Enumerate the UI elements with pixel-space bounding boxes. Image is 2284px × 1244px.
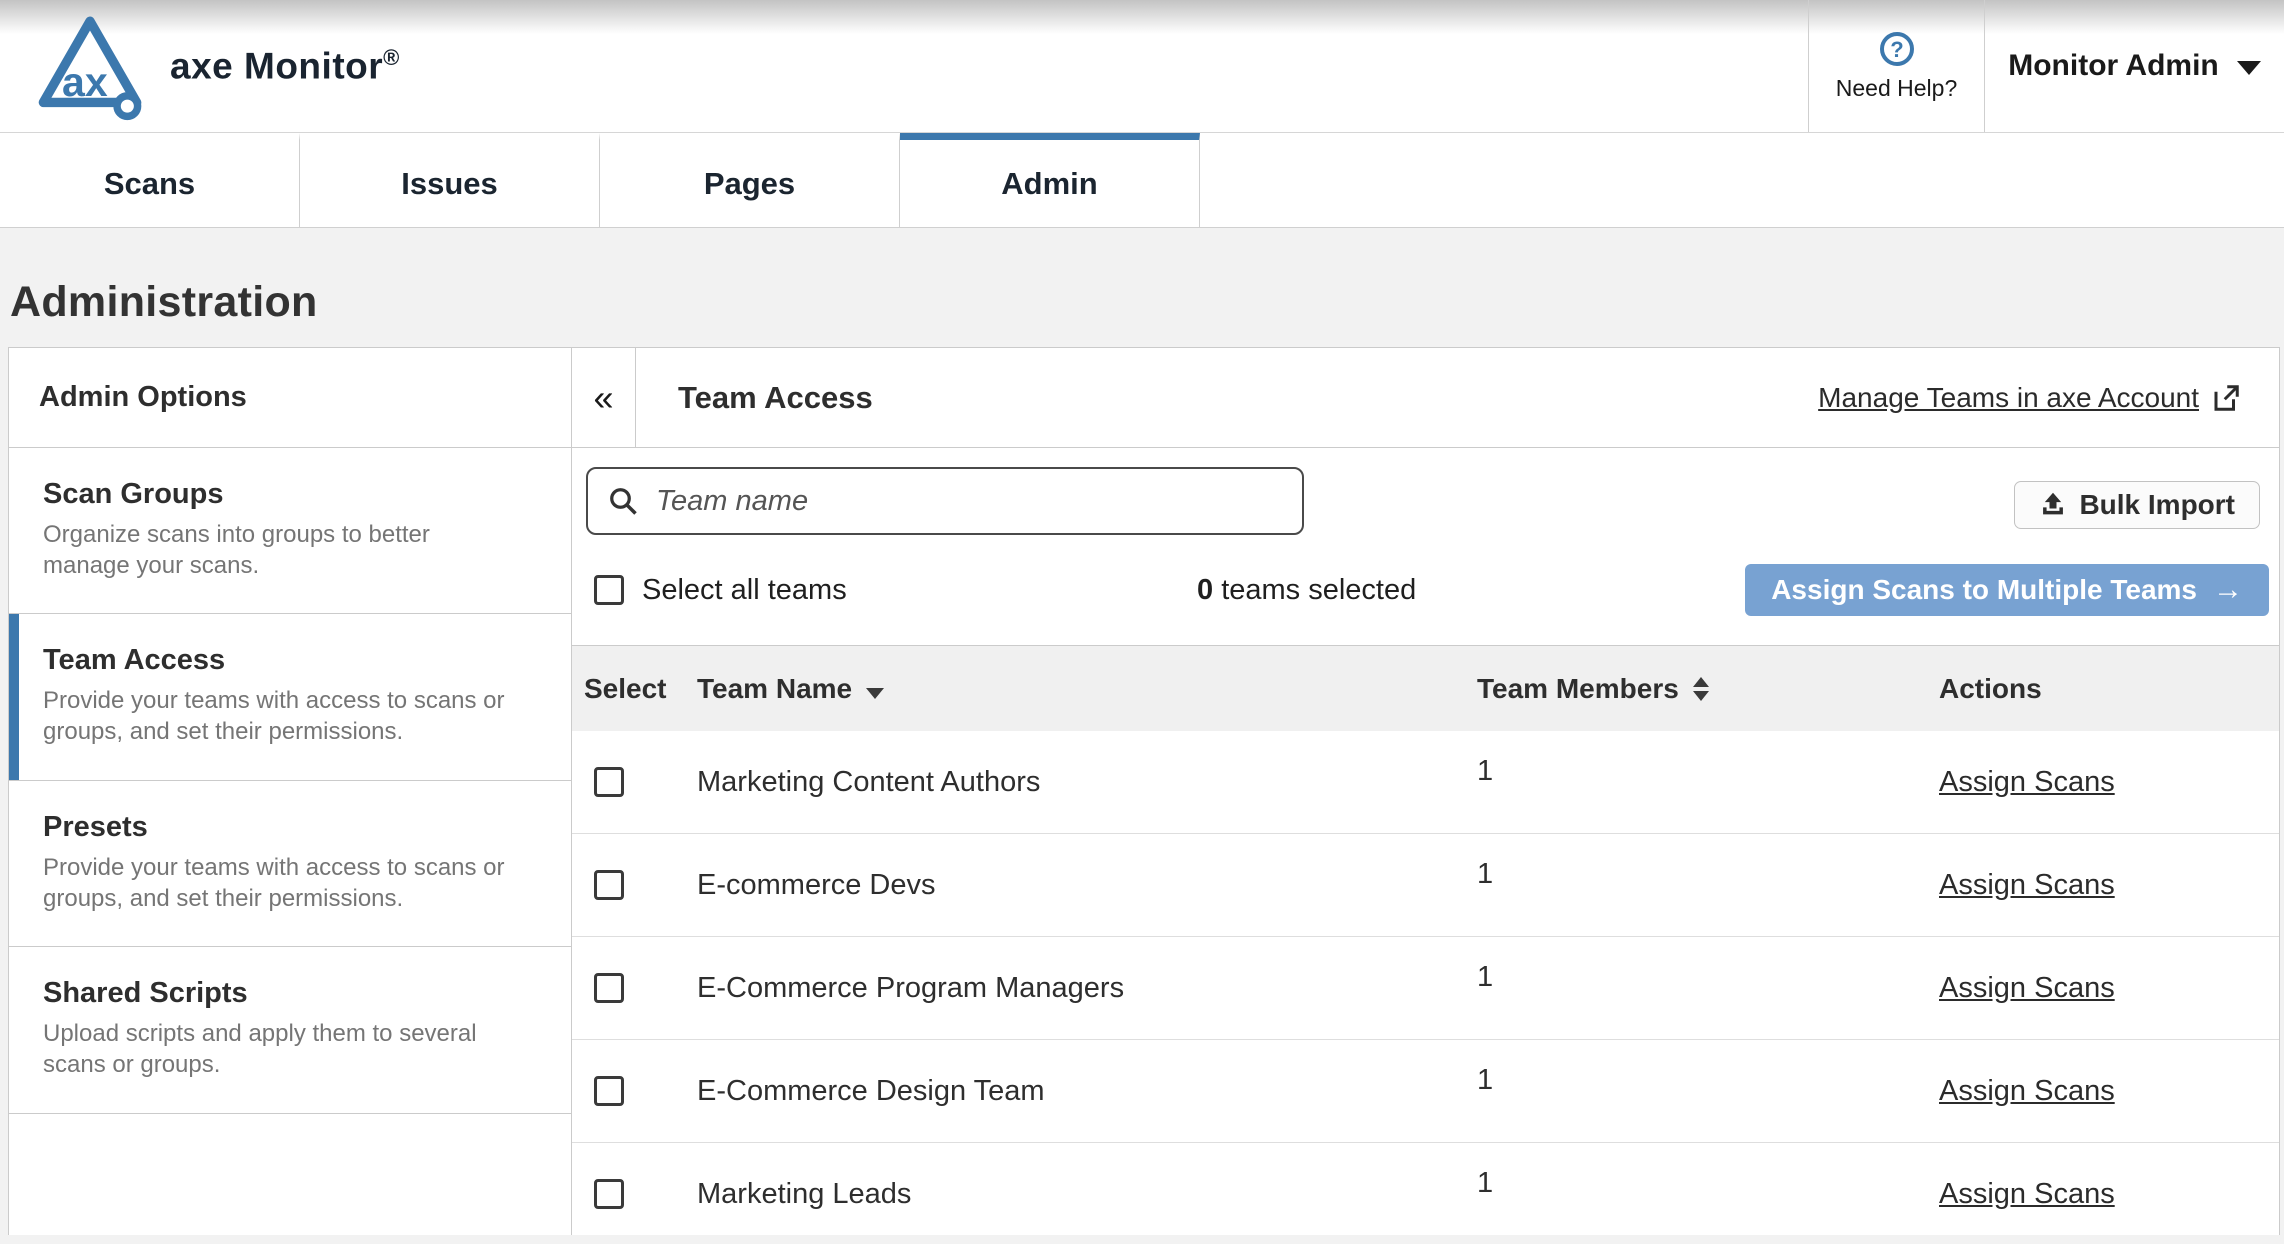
- select-all-label: Select all teams: [642, 574, 847, 607]
- team-members-count: 1: [1462, 937, 1924, 994]
- team-search-input[interactable]: [656, 485, 1286, 518]
- assign-button-label: Assign Scans to Multiple Teams: [1771, 574, 2197, 606]
- sidebar-item-description: Provide your teams with access to scans …: [43, 853, 513, 914]
- sidebar-item-team-access[interactable]: Team Access Provide your teams with acce…: [9, 614, 571, 780]
- team-name: Marketing Content Authors: [682, 766, 1462, 799]
- sidebar-item-presets[interactable]: Presets Provide your teams with access t…: [9, 781, 571, 947]
- row-checkbox[interactable]: [594, 870, 624, 900]
- table-header-row: Select Team Name Team Members Actions: [572, 646, 2279, 731]
- tab-admin[interactable]: Admin: [900, 133, 1200, 227]
- svg-text:ax: ax: [62, 59, 108, 105]
- main-area: Administration Admin Options Scan Groups…: [0, 228, 2284, 1235]
- sidebar-title: Admin Options: [9, 348, 571, 448]
- need-help-button[interactable]: ? Need Help?: [1808, 0, 1985, 132]
- sidebar-item-description: Organize scans into groups to better man…: [43, 520, 513, 581]
- sort-descending-icon: [866, 688, 884, 699]
- team-members-count: 1: [1462, 1143, 1924, 1200]
- need-help-label: Need Help?: [1836, 75, 1957, 102]
- table-row: E-commerce Devs 1 Assign Scans: [572, 834, 2279, 937]
- select-all-row: Select all teams 0 teams selected Assign…: [572, 535, 2279, 646]
- collapse-sidebar-button[interactable]: «: [572, 348, 636, 447]
- row-checkbox[interactable]: [594, 767, 624, 797]
- team-members-count: 1: [1462, 834, 1924, 891]
- external-link-icon: [2211, 383, 2241, 413]
- assign-scans-link[interactable]: Assign Scans: [1939, 766, 2115, 798]
- toolbar: Bulk Import: [572, 448, 2279, 535]
- table-row: Marketing Content Authors 1 Assign Scans: [572, 731, 2279, 834]
- sidebar-item-title: Shared Scripts: [43, 977, 537, 1010]
- upload-icon: [2039, 491, 2067, 519]
- axe-logo-icon: ax: [34, 10, 146, 122]
- bulk-import-button[interactable]: Bulk Import: [2014, 481, 2260, 529]
- chevron-down-icon: [2237, 61, 2261, 75]
- assign-scans-link[interactable]: Assign Scans: [1939, 972, 2115, 1004]
- arrow-right-icon: →: [2213, 573, 2243, 607]
- header-right: ? Need Help? Monitor Admin: [1808, 0, 2284, 132]
- team-access-content: « Team Access Manage Teams in axe Accoun…: [572, 348, 2279, 1235]
- column-header-select: Select: [572, 673, 682, 705]
- brand: ax axe Monitor®: [34, 10, 400, 122]
- column-header-team-members-label: Team Members: [1477, 673, 1679, 705]
- app-header: ax axe Monitor® ? Need Help? Monitor Adm…: [0, 0, 2284, 133]
- manage-teams-link-label: Manage Teams in axe Account: [1818, 382, 2199, 414]
- assign-scans-link[interactable]: Assign Scans: [1939, 1178, 2115, 1210]
- select-all-checkbox[interactable]: [594, 575, 624, 605]
- sidebar-item-shared-scripts[interactable]: Shared Scripts Upload scripts and apply …: [9, 947, 571, 1113]
- bulk-import-label: Bulk Import: [2079, 489, 2235, 521]
- team-name: E-Commerce Design Team: [682, 1075, 1462, 1108]
- row-checkbox[interactable]: [594, 1076, 624, 1106]
- table-row: Marketing Leads 1 Assign Scans: [572, 1143, 2279, 1235]
- column-header-actions: Actions: [1924, 673, 2279, 705]
- team-name: E-Commerce Program Managers: [682, 972, 1462, 1005]
- table-row: E-Commerce Program Managers 1 Assign Sca…: [572, 937, 2279, 1040]
- table-row: E-Commerce Design Team 1 Assign Scans: [572, 1040, 2279, 1143]
- admin-panel: Admin Options Scan Groups Organize scans…: [8, 347, 2280, 1235]
- selected-count-number: 0: [1197, 574, 1213, 606]
- user-menu-label: Monitor Admin: [2008, 49, 2219, 83]
- team-search-box: [586, 467, 1304, 535]
- sort-both-icon: [1693, 677, 1709, 701]
- tab-issues[interactable]: Issues: [300, 133, 600, 227]
- sidebar-item-title: Scan Groups: [43, 478, 537, 511]
- teams-table: Select Team Name Team Members Actions Ma…: [572, 646, 2279, 1235]
- user-menu-button[interactable]: Monitor Admin: [1985, 0, 2284, 132]
- column-header-team-name-label: Team Name: [697, 673, 852, 705]
- content-title: Team Access: [678, 380, 873, 416]
- column-header-team-members[interactable]: Team Members: [1462, 673, 1924, 705]
- content-header: « Team Access Manage Teams in axe Accoun…: [572, 348, 2279, 448]
- sidebar-item-title: Presets: [43, 811, 537, 844]
- team-members-count: 1: [1462, 731, 1924, 788]
- question-circle-icon: ?: [1879, 31, 1915, 67]
- team-name: Marketing Leads: [682, 1178, 1462, 1211]
- team-name: E-commerce Devs: [682, 869, 1462, 902]
- team-members-count: 1: [1462, 1040, 1924, 1097]
- main-nav: Scans Issues Pages Admin: [0, 133, 2284, 228]
- brand-name: axe Monitor®: [170, 45, 400, 87]
- assign-scans-link[interactable]: Assign Scans: [1939, 1075, 2115, 1107]
- assign-scans-multiple-teams-button[interactable]: Assign Scans to Multiple Teams →: [1745, 564, 2269, 616]
- tab-pages[interactable]: Pages: [600, 133, 900, 227]
- sidebar-item-description: Provide your teams with access to scans …: [43, 686, 513, 747]
- page-title: Administration: [8, 228, 2284, 347]
- row-checkbox[interactable]: [594, 973, 624, 1003]
- assign-scans-link[interactable]: Assign Scans: [1939, 869, 2115, 901]
- selected-count-suffix: teams selected: [1213, 574, 1416, 606]
- search-icon: [608, 486, 638, 516]
- tab-scans[interactable]: Scans: [0, 133, 300, 227]
- row-checkbox[interactable]: [594, 1179, 624, 1209]
- manage-teams-link[interactable]: Manage Teams in axe Account: [1818, 382, 2241, 414]
- sidebar-item-description: Upload scripts and apply them to several…: [43, 1019, 513, 1080]
- registered-mark: ®: [383, 45, 400, 70]
- active-indicator-bar: [9, 614, 19, 779]
- admin-options-sidebar: Admin Options Scan Groups Organize scans…: [9, 348, 572, 1235]
- selected-count: 0 teams selected: [1197, 574, 1416, 607]
- column-header-team-name[interactable]: Team Name: [682, 673, 1462, 705]
- sidebar-item-title: Team Access: [43, 644, 537, 677]
- sidebar-item-scan-groups[interactable]: Scan Groups Organize scans into groups t…: [9, 448, 571, 614]
- svg-text:?: ?: [1890, 37, 1903, 62]
